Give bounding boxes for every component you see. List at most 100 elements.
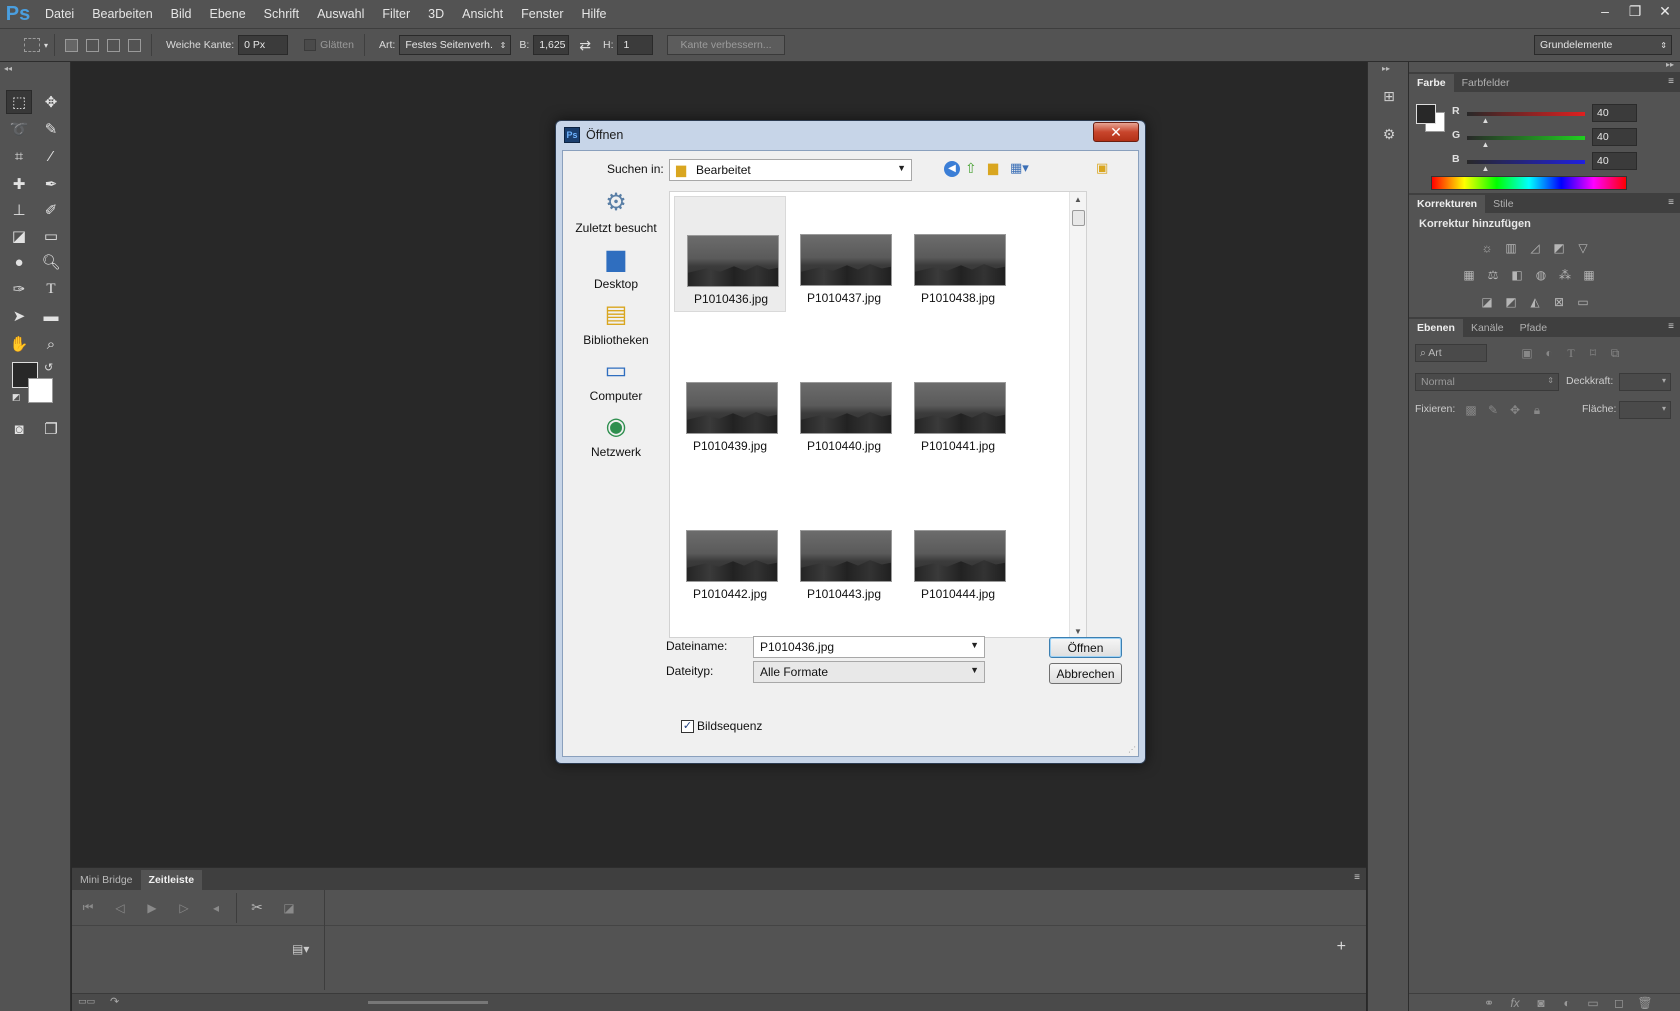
tab-ebenen[interactable]: Ebenen: [1409, 319, 1463, 337]
color-spectrum-bar[interactable]: [1431, 176, 1627, 190]
photo-filter-icon[interactable]: ◍: [1533, 268, 1549, 282]
panel-menu-icon[interactable]: ≡: [1354, 872, 1360, 883]
threshold-icon[interactable]: ◭: [1527, 295, 1543, 309]
quick-select-tool-icon[interactable]: ✎: [38, 117, 64, 141]
workspace-select[interactable]: Grundelemente ⇕: [1534, 35, 1672, 55]
gradient-tool-icon[interactable]: ▭: [38, 224, 64, 248]
vertical-scrollbar[interactable]: ▲ ▼: [1069, 192, 1086, 637]
feather-input[interactable]: 0 Px: [238, 35, 289, 55]
fill-input[interactable]: ▾: [1619, 401, 1671, 419]
file-item[interactable]: P1010441.jpg: [902, 344, 1014, 460]
menu-hilfe[interactable]: Hilfe: [573, 0, 616, 28]
dodge-tool-icon[interactable]: 🔍︎: [38, 250, 64, 274]
height-input[interactable]: 1: [617, 35, 654, 55]
scrollbar-thumb[interactable]: [1072, 210, 1085, 226]
subtract-selection-icon[interactable]: [107, 38, 121, 52]
properties-icon[interactable]: ⚙: [1379, 126, 1399, 146]
bridge-folder-icon[interactable]: ▣: [1096, 160, 1108, 176]
lasso-tool-icon[interactable]: ➰: [6, 117, 32, 141]
resize-grip-icon[interactable]: ⋰: [1128, 745, 1136, 754]
rect-marquee-tool-icon[interactable]: ⬚: [6, 90, 32, 114]
intersect-selection-icon[interactable]: [128, 38, 142, 52]
panel-menu-icon[interactable]: ≡: [1668, 197, 1674, 208]
vibrance-icon[interactable]: ▽: [1575, 241, 1591, 255]
preset-dropdown-icon[interactable]: ▾: [44, 41, 48, 50]
folder-icon[interactable]: ▭: [1585, 996, 1601, 1010]
back-icon[interactable]: ◀: [944, 161, 960, 177]
add-media-icon[interactable]: +: [1337, 938, 1346, 956]
file-item[interactable]: P1010436.jpg: [674, 196, 786, 312]
menu-fenster[interactable]: Fenster: [512, 0, 572, 28]
background-color-swatch[interactable]: [28, 378, 53, 403]
shape-tool-icon[interactable]: ▬: [38, 304, 64, 328]
hue-sat-icon[interactable]: ▦: [1461, 268, 1477, 282]
zoom-tool-icon[interactable]: ⌕: [38, 332, 64, 356]
convert-icon[interactable]: ↷: [110, 995, 119, 1008]
type-tool-icon[interactable]: T: [38, 277, 64, 301]
restore-icon[interactable]: ❐: [1620, 0, 1650, 22]
collapse-icon[interactable]: ◂◂: [4, 64, 12, 73]
smart-object-filter-icon[interactable]: ⧉: [1607, 346, 1623, 360]
levels-icon[interactable]: ▥: [1503, 241, 1519, 255]
place-desktop[interactable]: ▆ Desktop: [568, 243, 664, 291]
r-value-input[interactable]: 40: [1592, 104, 1637, 122]
blend-mode-select[interactable]: Normal ⇕: [1415, 373, 1559, 391]
crop-tool-icon[interactable]: ⌗: [6, 144, 32, 168]
menu-ansicht[interactable]: Ansicht: [453, 0, 512, 28]
width-input[interactable]: 1,625: [533, 35, 570, 55]
style-select[interactable]: Festes Seitenverh. ⇕: [399, 35, 512, 55]
tab-farbe[interactable]: Farbe: [1409, 74, 1454, 92]
swap-icon[interactable]: ⇄: [579, 37, 591, 54]
lock-pixels-icon[interactable]: ✎: [1485, 403, 1501, 417]
sequence-checkbox[interactable]: ✓: [681, 720, 694, 733]
selective-color-icon[interactable]: ⊠: [1551, 295, 1567, 309]
tab-farbfelder[interactable]: Farbfelder: [1454, 74, 1518, 92]
zoom-slider[interactable]: [368, 1001, 488, 1004]
new-folder-icon[interactable]: ▆: [988, 160, 998, 176]
next-frame-icon[interactable]: ▷: [168, 901, 200, 915]
expand-icon[interactable]: ▸▸: [1382, 64, 1390, 73]
g-value-input[interactable]: 40: [1592, 128, 1637, 146]
adjustment-filter-icon[interactable]: ◐: [1541, 346, 1557, 360]
menu-3d[interactable]: 3D: [419, 0, 453, 28]
path-select-icon[interactable]: ➤: [6, 304, 32, 328]
image-filter-icon[interactable]: ▣: [1519, 346, 1535, 360]
type-filter-icon[interactable]: T: [1563, 346, 1579, 360]
link-icon[interactable]: ⚭: [1481, 996, 1497, 1010]
minimize-icon[interactable]: –: [1590, 0, 1620, 22]
color-lookup-icon[interactable]: ▦: [1581, 268, 1597, 282]
collapse-panels-icon[interactable]: ▸▸: [1666, 60, 1674, 69]
mask-icon[interactable]: ◙: [1533, 996, 1549, 1010]
look-in-select[interactable]: ▆ Bearbeitet ▼: [669, 159, 912, 181]
ps-logo-icon[interactable]: Ps: [0, 0, 36, 28]
open-button[interactable]: Öffnen: [1049, 637, 1122, 658]
tab-timeline[interactable]: Zeitleiste: [140, 870, 203, 890]
fg-color-swatch[interactable]: [1416, 104, 1436, 124]
move-tool-icon[interactable]: ✥: [38, 90, 64, 114]
bw-icon[interactable]: ◧: [1509, 268, 1525, 282]
layer-filter-select[interactable]: ⌕ Art: [1415, 344, 1487, 362]
g-slider-thumb[interactable]: ▲: [1482, 140, 1490, 149]
menu-bild[interactable]: Bild: [162, 0, 201, 28]
audio-icon[interactable]: ◂: [200, 901, 232, 915]
file-item[interactable]: P1010444.jpg: [902, 492, 1014, 608]
invert-icon[interactable]: ◪: [1479, 295, 1495, 309]
curves-icon[interactable]: ◿: [1527, 241, 1543, 255]
menu-bearbeiten[interactable]: Bearbeiten: [83, 0, 161, 28]
gradient-map-icon[interactable]: ▭: [1575, 295, 1591, 309]
place-network[interactable]: ◉ Netzwerk: [568, 411, 664, 459]
brush-tool-icon[interactable]: ✒: [38, 172, 64, 196]
first-frame-icon[interactable]: ⏮: [72, 900, 104, 915]
place-recent[interactable]: ⚙ Zuletzt besucht: [568, 187, 664, 235]
b-value-input[interactable]: 40: [1592, 152, 1637, 170]
film-icon[interactable]: ▤▾: [292, 942, 309, 956]
dialog-titlebar[interactable]: Ps Öffnen ✕: [556, 121, 1145, 149]
eyedropper-tool-icon[interactable]: ⁄: [38, 144, 64, 168]
lock-all-icon[interactable]: 🔒︎: [1529, 403, 1545, 417]
new-layer-icon[interactable]: ◻: [1611, 996, 1627, 1010]
brightness-icon[interactable]: ☼: [1479, 241, 1495, 255]
cancel-button[interactable]: Abbrechen: [1049, 663, 1122, 684]
history-icon[interactable]: ⊞: [1379, 88, 1399, 108]
file-item[interactable]: P1010438.jpg: [902, 196, 1014, 312]
quick-mask-icon[interactable]: ◙: [6, 417, 32, 441]
